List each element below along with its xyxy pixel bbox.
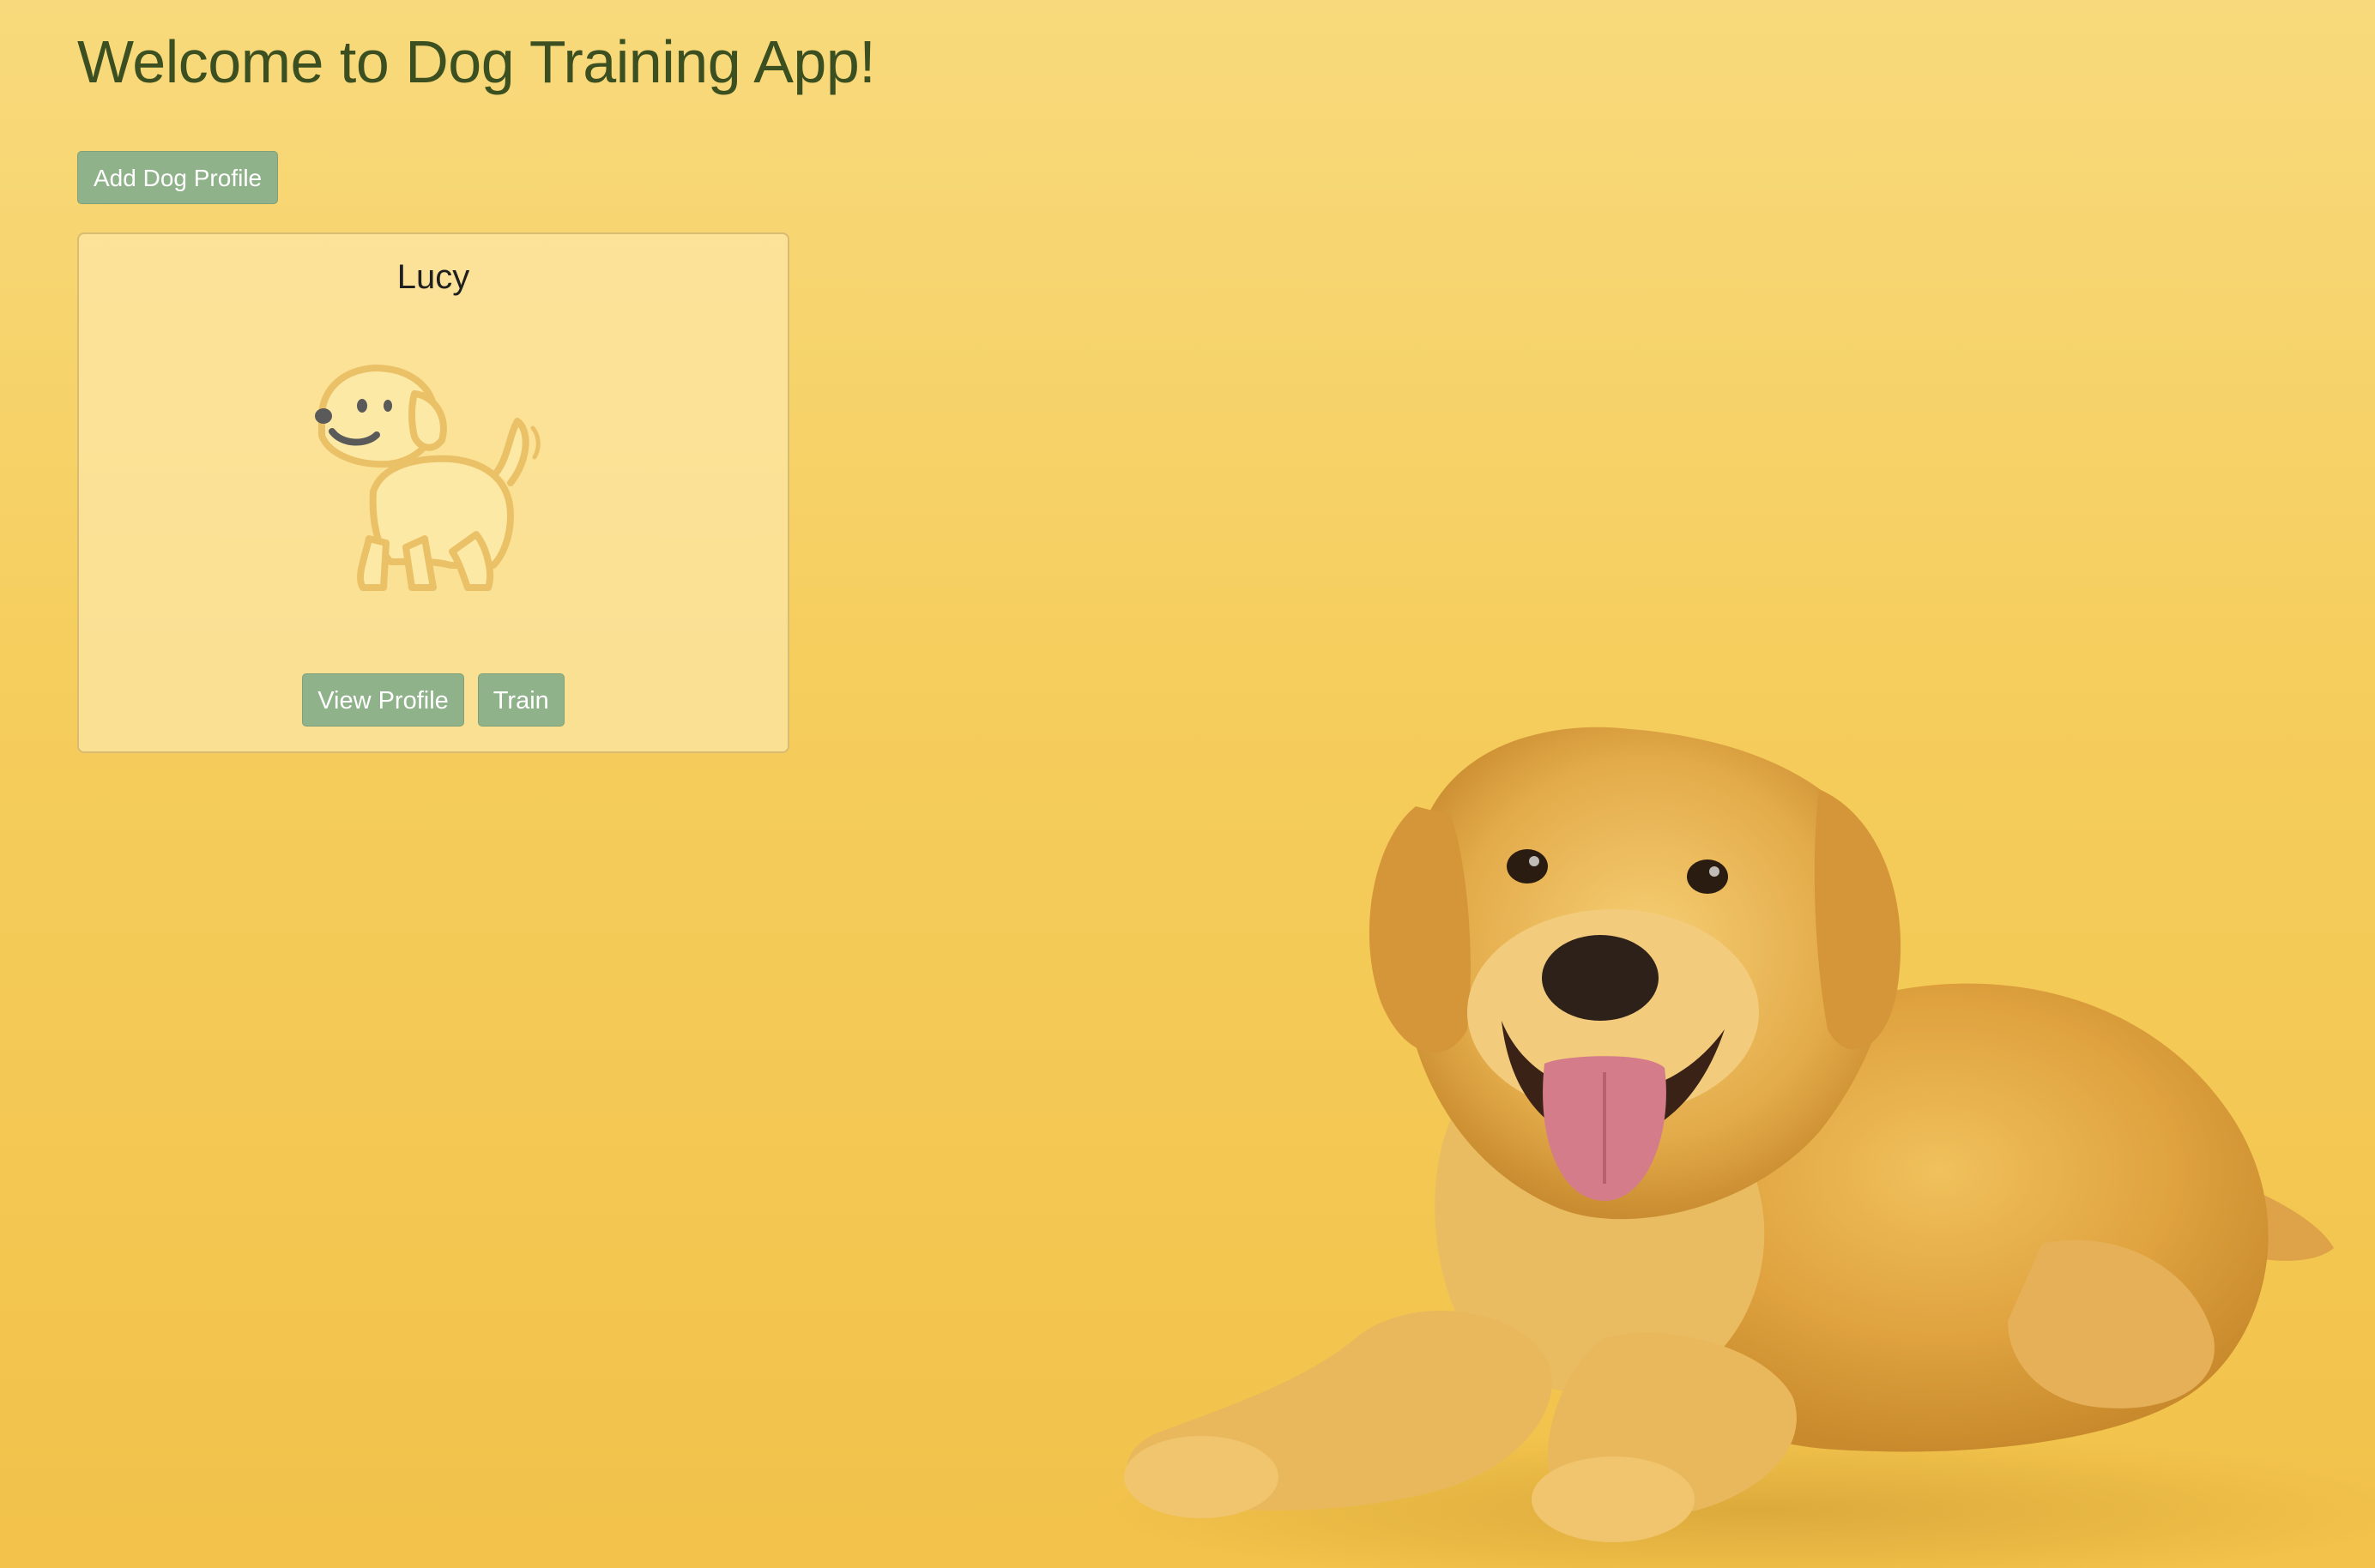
dog-card-actions: View Profile Train [79, 673, 788, 727]
dog-icon [315, 365, 541, 591]
dog-name: Lucy [396, 258, 470, 296]
dog-card: Lucy View Profile Train [77, 232, 789, 753]
add-dog-profile-button[interactable]: Add Dog Profile [77, 151, 279, 204]
train-button[interactable]: Train [477, 673, 565, 727]
view-profile-button[interactable]: View Profile [302, 673, 464, 727]
page-title: Welcome to Dog Training App! [77, 28, 876, 95]
